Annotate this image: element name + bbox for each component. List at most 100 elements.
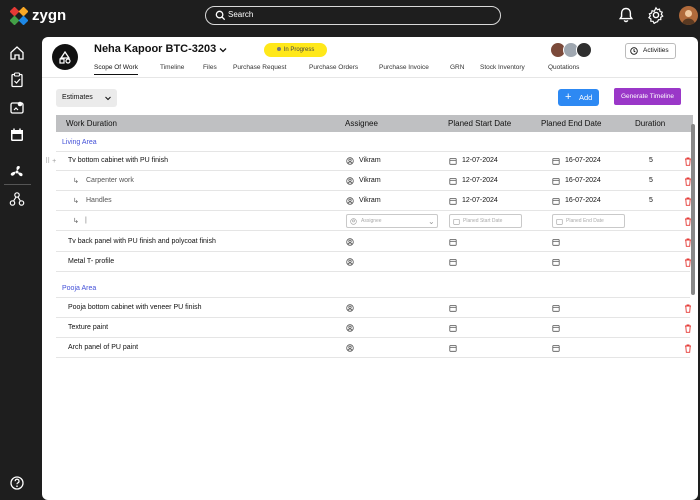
tab-stock-inventory[interactable]: Stock Inventory — [480, 64, 525, 71]
calendar-icon — [552, 158, 560, 165]
subtask-arrow-icon: ↳ — [73, 218, 79, 225]
tab-purchase-orders[interactable]: Purchase Orders — [309, 64, 358, 71]
tab-files[interactable]: Files — [203, 64, 217, 71]
table-row[interactable]: Pooja bottom cabinet with veneer PU fini… — [56, 298, 692, 318]
calendar-icon — [449, 345, 457, 352]
trash-icon[interactable] — [684, 177, 692, 186]
sidebar-clipboard-icon[interactable] — [8, 71, 26, 89]
tab-grn[interactable]: GRN — [450, 64, 464, 71]
user-icon — [346, 324, 354, 332]
start-date: 12-07-2024 — [462, 177, 498, 184]
sidebar-fan-icon[interactable] — [8, 163, 26, 181]
tab-quotations[interactable]: Quotations — [548, 64, 579, 71]
vertical-scrollbar[interactable] — [691, 124, 695, 295]
assignee-placeholder: Assignee — [361, 218, 382, 224]
team-avatars[interactable] — [550, 42, 596, 59]
activities-button[interactable]: Activities — [625, 43, 676, 59]
trash-icon[interactable] — [684, 197, 692, 206]
user-avatar-icon — [682, 10, 695, 25]
table-row[interactable]: Tv back panel with PU finish and polycoa… — [56, 232, 692, 252]
task-name: Pooja bottom cabinet with veneer PU fini… — [68, 304, 202, 311]
task-name: Handles — [86, 197, 112, 204]
end-date-placeholder: Planed End Date — [566, 218, 604, 224]
search-icon — [215, 10, 226, 21]
calendar-icon — [552, 325, 560, 332]
column-end-date: Planed End Date — [541, 119, 602, 128]
status-label: In Progress — [283, 47, 315, 53]
table-row[interactable]: Metal T- profile — [56, 252, 692, 272]
trash-icon[interactable] — [684, 238, 692, 247]
end-date-field[interactable]: Planed End Date — [552, 214, 625, 228]
chevron-down-icon — [105, 96, 111, 101]
start-date-field[interactable]: Planed Start Date — [449, 214, 522, 228]
user-icon — [346, 177, 354, 185]
task-name: Tv back panel with PU finish and polycoa… — [68, 238, 216, 245]
activities-label: Activities — [643, 47, 669, 54]
estimates-dropdown[interactable]: Estimates — [56, 89, 117, 107]
trash-icon[interactable] — [684, 217, 692, 226]
project-title: Neha Kapoor BTC-3203 — [94, 43, 217, 55]
column-work-duration: Work Duration — [66, 119, 117, 128]
tab-purchase-request[interactable]: Purchase Request — [233, 64, 286, 71]
add-button[interactable]: + Add — [558, 89, 599, 106]
task-name: Metal T- profile — [68, 258, 115, 265]
status-dot — [276, 47, 281, 52]
calendar-icon — [552, 198, 560, 205]
tab-scope-of-work[interactable]: Scope Of Work — [94, 64, 138, 75]
calendar-icon — [552, 259, 560, 266]
sidebar-hierarchy-icon[interactable] — [8, 190, 26, 208]
drag-handle-icon[interactable]: ⠿ + — [45, 157, 56, 165]
gear-icon[interactable] — [647, 6, 665, 24]
sidebar-home-icon[interactable] — [8, 44, 26, 62]
table-row[interactable]: ↳ Handles Vikram 12-07-2024 16-07-2024 5 — [56, 191, 692, 211]
sidebar-board-icon[interactable] — [8, 99, 26, 117]
plus-icon: + — [565, 91, 572, 103]
table-row[interactable]: Arch panel of PU paint — [56, 338, 692, 358]
section-living-area[interactable]: Living Area — [62, 139, 97, 146]
trash-icon[interactable] — [684, 324, 692, 333]
calendar-icon — [449, 178, 457, 185]
calendar-icon — [449, 259, 457, 266]
bell-icon[interactable] — [617, 6, 635, 24]
top-bar: zygn Search — [0, 0, 700, 32]
project-logo — [52, 44, 78, 70]
new-subtask-row[interactable]: ↳ | Assignee ⌄ Planed Start Date Planed … — [56, 211, 692, 231]
trash-icon[interactable] — [684, 258, 692, 267]
duration-value: 5 — [649, 177, 653, 184]
sidebar-calendar-icon[interactable] — [8, 126, 26, 144]
user-icon — [346, 197, 354, 205]
main-panel: Neha Kapoor BTC-3203 In Progress Activit… — [42, 37, 698, 500]
app-name: zygn — [32, 7, 67, 24]
project-logo-icon — [59, 50, 71, 64]
column-assignee: Assignee — [345, 119, 378, 128]
search-input[interactable]: Search — [205, 6, 501, 25]
tab-timeline[interactable]: Timeline — [160, 64, 184, 71]
user-avatar[interactable] — [679, 6, 698, 25]
user-icon — [350, 218, 357, 225]
chevron-down-icon[interactable] — [218, 45, 228, 55]
end-date: 16-07-2024 — [565, 177, 601, 184]
clock-icon — [630, 47, 638, 55]
estimates-label: Estimates — [62, 94, 93, 101]
start-date: 12-07-2024 — [462, 157, 498, 164]
trash-icon[interactable] — [684, 157, 692, 166]
table-row[interactable]: Texture paint — [56, 318, 692, 338]
sidebar — [0, 32, 35, 500]
generate-timeline-button[interactable]: Generate Timeline — [614, 88, 681, 105]
assignee-value: Vikram — [359, 157, 381, 164]
subtask-arrow-icon: ↳ — [73, 198, 79, 205]
table-row[interactable]: ↳ Carpenter work Vikram 12-07-2024 16-07… — [56, 171, 692, 191]
table-row[interactable]: ⠿ + Tv bottom cabinet with PU finish Vik… — [45, 151, 692, 171]
end-date: 16-07-2024 — [565, 157, 601, 164]
assignee-select[interactable]: Assignee ⌄ — [346, 214, 438, 228]
sidebar-help-icon[interactable] — [8, 474, 26, 492]
trash-icon[interactable] — [684, 344, 692, 353]
task-name-input[interactable]: | — [85, 217, 87, 224]
column-duration: Duration — [635, 119, 666, 128]
section-pooja-area[interactable]: Pooja Area — [62, 285, 96, 292]
subtask-arrow-icon: ↳ — [73, 178, 79, 185]
calendar-icon — [552, 305, 560, 312]
assignee-value: Vikram — [359, 177, 381, 184]
trash-icon[interactable] — [684, 304, 692, 313]
tab-purchase-invoice[interactable]: Purchase Invoice — [379, 64, 429, 71]
